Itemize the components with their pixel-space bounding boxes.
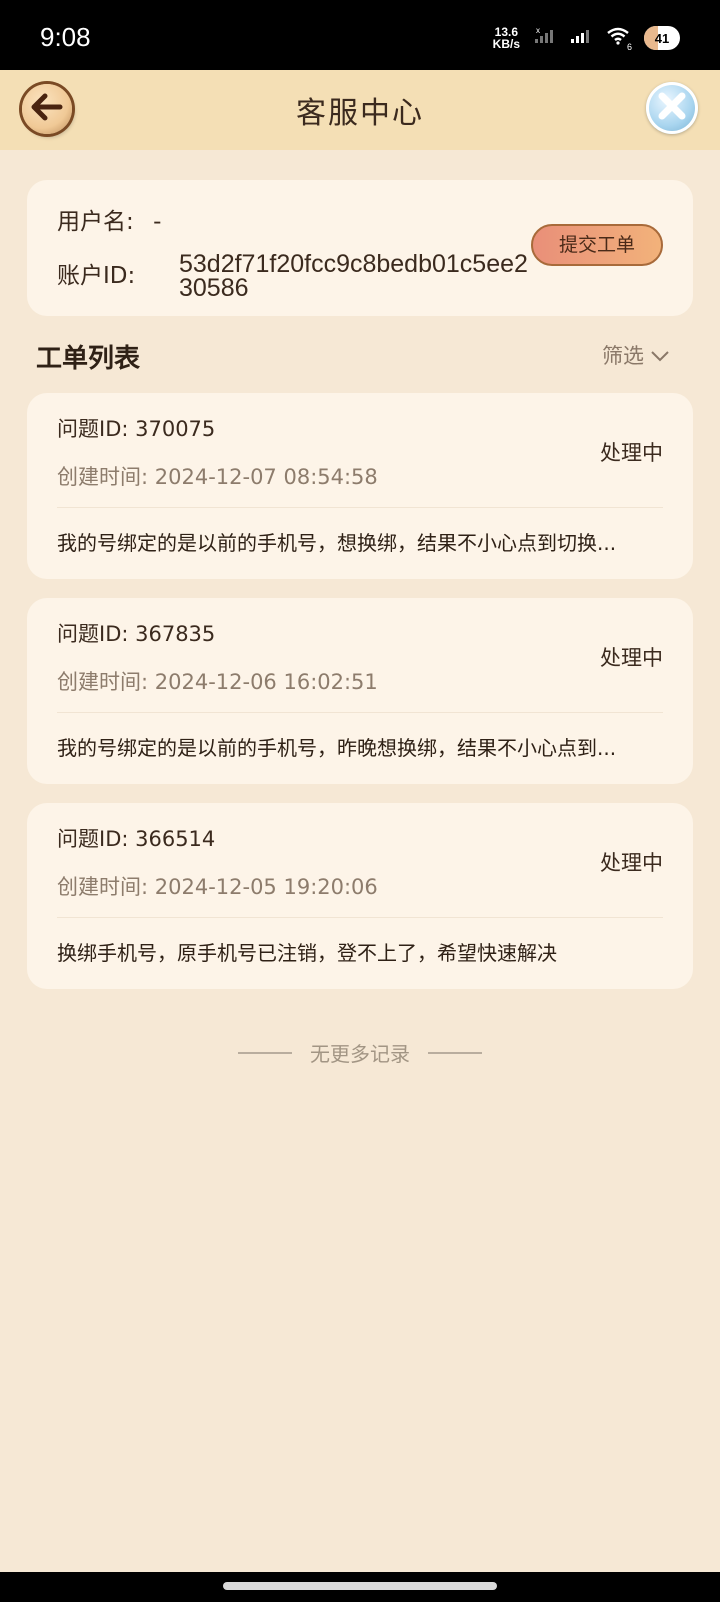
ticket-status: 处理中	[600, 441, 663, 465]
ticket-id: 问题ID: 367835	[57, 622, 216, 646]
ticket-card[interactable]: 问题ID: 370075 创建时间: 2024-12-07 08:54:58 处…	[27, 393, 693, 579]
status-icons: 13.6 KB/s x 6 41	[493, 24, 680, 52]
user-info-card: 用户名: - 账户ID: 53d2f71f20fcc9c8bedb01c5ee2…	[27, 180, 693, 316]
network-speed: 13.6 KB/s	[493, 26, 520, 50]
page-title: 客服中心	[296, 96, 424, 131]
ticket-status: 处理中	[600, 646, 663, 670]
battery-level: 41	[654, 30, 670, 46]
ticket-created-time: 创建时间: 2024-12-07 08:54:58	[57, 465, 378, 489]
ticket-description: 我的号绑定的是以前的手机号，想换绑，结果不小心点到切换...	[57, 531, 617, 555]
ticket-description: 我的号绑定的是以前的手机号，昨晚想换绑，结果不小心点到...	[57, 736, 617, 760]
ticket-id: 问题ID: 366514	[57, 827, 216, 851]
filter-dropdown[interactable]: 筛选	[602, 340, 670, 370]
ticket-id: 问题ID: 370075	[57, 417, 216, 441]
ticket-card[interactable]: 问题ID: 367835 创建时间: 2024-12-06 16:02:51 处…	[27, 598, 693, 784]
submit-ticket-button[interactable]: 提交工单	[531, 224, 663, 266]
ticket-created-time: 创建时间: 2024-12-05 19:20:06	[57, 875, 378, 899]
divider-line-right	[428, 1051, 482, 1054]
ticket-card[interactable]: 问题ID: 366514 创建时间: 2024-12-05 19:20:06 处…	[27, 803, 693, 989]
username-label: 用户名:	[57, 209, 134, 235]
network-speed-unit: KB/s	[492, 37, 520, 51]
account-id-value: 53d2f71f20fcc9c8bedb01c5ee230586	[179, 250, 528, 302]
status-bar: 9:08 13.6 KB/s x 6 41	[0, 0, 720, 70]
close-x-icon	[655, 89, 689, 127]
divider	[57, 507, 663, 508]
ticket-status: 处理中	[600, 851, 663, 875]
header-bar: 客服中心	[0, 70, 720, 150]
signal-2-icon	[570, 27, 592, 49]
account-id-label: 账户ID:	[57, 263, 136, 289]
divider	[57, 917, 663, 918]
ticket-description: 换绑手机号，原手机号已注销，登不上了，希望快速解决	[57, 941, 557, 965]
divider	[57, 712, 663, 713]
wifi-badge: 6	[626, 42, 632, 52]
no-more-records: 无更多记录	[0, 1038, 720, 1067]
chevron-down-icon	[650, 343, 670, 367]
close-button[interactable]	[646, 82, 698, 134]
filter-label: 筛选	[602, 344, 644, 368]
system-nav-bar	[0, 1572, 720, 1602]
wifi-icon: 6	[606, 26, 632, 52]
battery-icon: 41	[644, 26, 680, 50]
status-time: 9:08	[40, 22, 91, 52]
svg-text:x: x	[536, 27, 540, 35]
ticket-created-time: 创建时间: 2024-12-06 16:02:51	[57, 670, 378, 694]
ticket-list-title: 工单列表	[36, 344, 141, 374]
home-indicator[interactable]	[223, 1582, 497, 1590]
username-row: 用户名: -	[57, 202, 161, 236]
signal-1-icon: x	[534, 26, 556, 49]
divider-line-left	[238, 1051, 292, 1054]
no-more-label: 无更多记录	[310, 1042, 410, 1066]
username-value: -	[153, 209, 162, 235]
